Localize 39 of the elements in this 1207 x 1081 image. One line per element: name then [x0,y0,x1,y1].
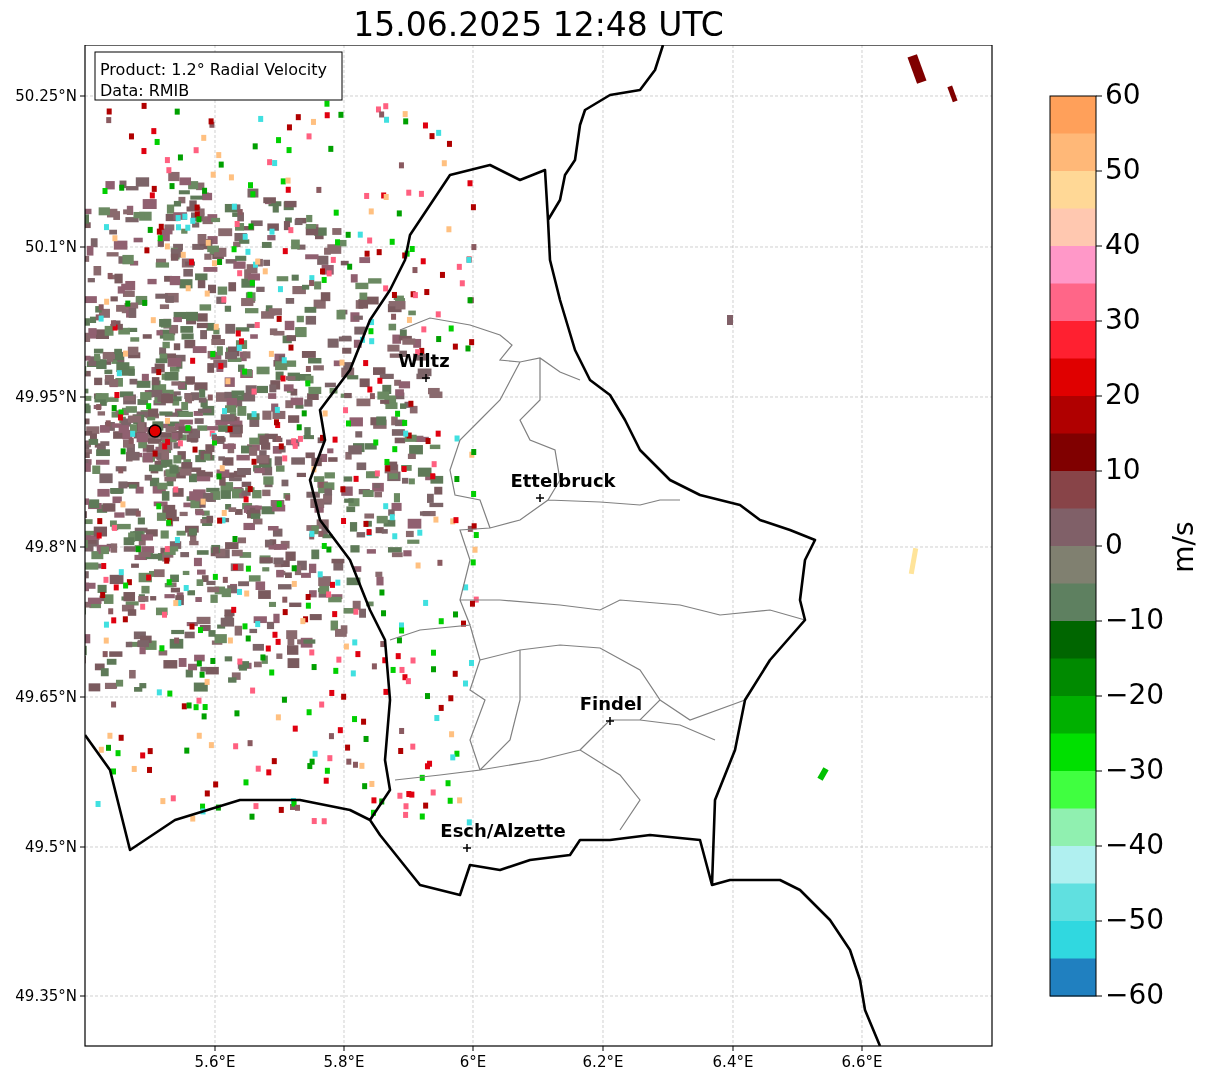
info-text: Product: 1.2° Radial Velocity [100,59,328,79]
colorbar-tick-label: 0 [1105,528,1123,561]
colorbar-tick-label: −60 [1105,978,1165,1011]
colorbar-tick-label: −30 [1105,753,1165,786]
city-marker [462,843,472,853]
colorbar-tick-label: 20 [1105,378,1141,411]
colorbar-tick-label: 50 [1105,153,1141,186]
latitude-label: 49.35°N [15,986,77,1005]
info-text: Data: RMIB [100,80,190,100]
city-label: Esch/Alzette [440,820,566,841]
longitude-label: 6.4°E [712,1052,754,1071]
colorbar-tick-label: −40 [1105,828,1165,861]
latitude-label: 49.5°N [24,837,77,856]
city-marker [605,716,615,726]
colorbar-tick-label: −20 [1105,678,1165,711]
radar-site-marker [148,424,162,438]
latitude-label: 50.1°N [24,237,77,256]
city-label: Ettelbruck [510,470,616,491]
colorbar-tick-label: 60 [1105,78,1141,111]
city-label: Findel [579,693,643,714]
longitude-label: 5.6°E [194,1052,236,1071]
longitude-label: 6.6°E [841,1052,883,1071]
chart-title: 15.06.2025 12:48 UTC [353,4,724,45]
longitude-label: 5.8°E [323,1052,365,1071]
colorbar-tick-label: 30 [1105,303,1141,336]
latitude-label: 49.8°N [24,537,77,556]
city-marker [421,373,431,383]
colorbar-tick-label: 40 [1105,228,1141,261]
colorbar-tick-label: −50 [1105,903,1165,936]
longitude-label: 6.2°E [582,1052,624,1071]
latitude-label: 50.25°N [15,86,77,105]
latitude-label: 49.65°N [15,687,77,706]
colorbar-label: m/s [1167,521,1200,573]
longitude-label: 6°E [459,1052,487,1071]
city-label: Wiltz [398,350,450,371]
colorbar-tick-label: −10 [1105,603,1165,636]
city-marker [535,493,545,503]
latitude-label: 49.95°N [15,387,77,406]
colorbar-tick-label: 10 [1105,453,1141,486]
